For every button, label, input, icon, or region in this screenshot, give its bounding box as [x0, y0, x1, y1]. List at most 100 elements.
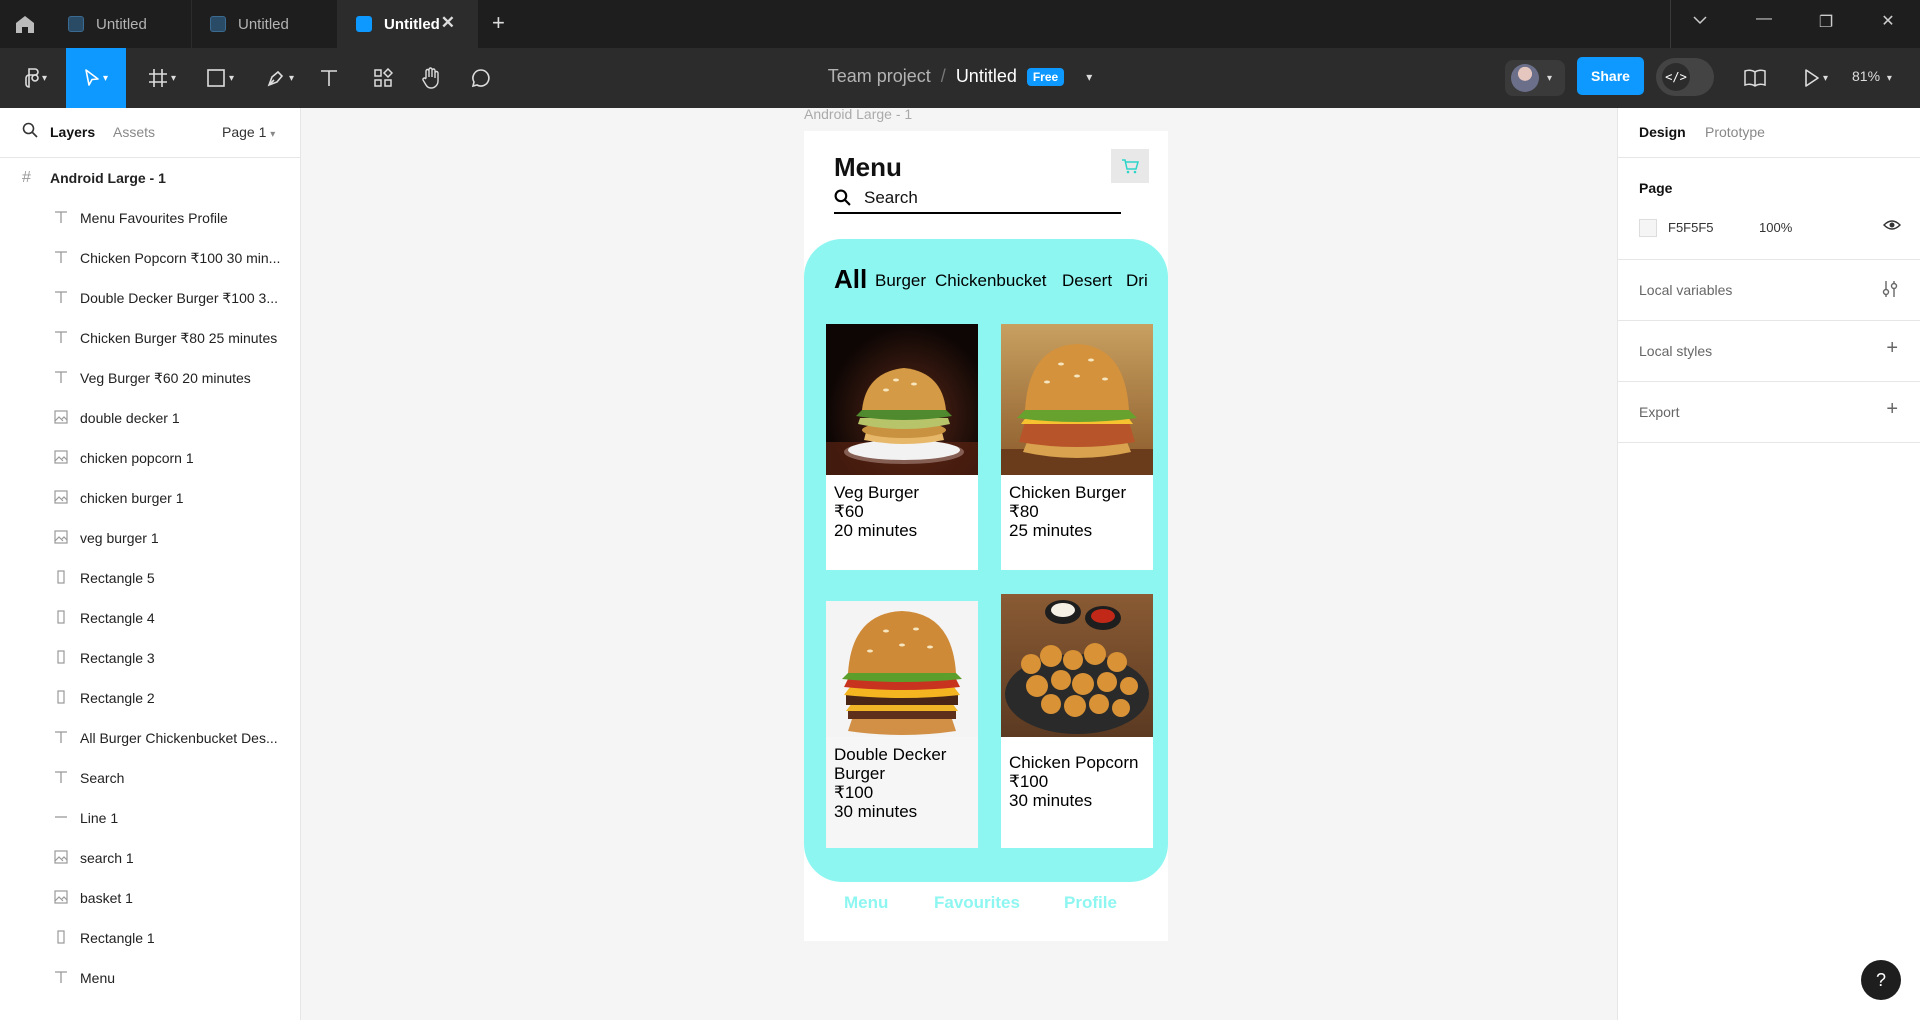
page-color-swatch[interactable]	[1639, 219, 1657, 237]
layer-frame-row[interactable]: # Android Large - 1	[0, 158, 300, 198]
layer-row[interactable]: chicken popcorn 1	[0, 438, 300, 478]
page-opacity[interactable]: 100%	[1759, 220, 1792, 235]
help-icon[interactable]: ?	[1861, 960, 1901, 1000]
chevron-down-icon[interactable]	[1688, 12, 1712, 30]
team-name[interactable]: Team project	[828, 66, 931, 87]
chicken-popcorn-image	[1001, 594, 1153, 737]
layer-row[interactable]: double decker 1	[0, 398, 300, 438]
add-style-icon[interactable]: +	[1886, 337, 1898, 360]
tab-layers[interactable]: Layers	[50, 124, 95, 140]
layer-row[interactable]: Rectangle 1	[0, 918, 300, 958]
card-text: Chicken Burger ₹80 25 minutes	[1001, 475, 1153, 548]
figma-file-icon	[210, 16, 226, 32]
category-chickenbucket[interactable]: Chickenbucket	[935, 271, 1047, 291]
file-menu-chevron-icon[interactable]: ▾	[1086, 70, 1092, 84]
tab-prototype[interactable]: Prototype	[1705, 124, 1765, 140]
layer-label: Rectangle 5	[80, 570, 155, 586]
text-icon	[54, 210, 68, 227]
page-selector-label: Page 1	[222, 124, 267, 140]
item-name: Chicken Burger	[1009, 483, 1127, 502]
export-section[interactable]: Export +	[1618, 382, 1920, 443]
home-icon[interactable]	[14, 14, 36, 34]
layer-label: Chicken Popcorn ₹100 30 min...	[80, 249, 281, 266]
layer-label: Double Decker Burger ₹100 3...	[80, 289, 279, 306]
right-panel-tabs: Design Prototype	[1618, 108, 1920, 158]
layer-row[interactable]: Menu	[0, 958, 300, 998]
layer-row[interactable]: Rectangle 3	[0, 638, 300, 678]
layer-label: Rectangle 1	[80, 930, 155, 946]
layer-label: Rectangle 4	[80, 610, 155, 626]
layer-frame-name: Android Large - 1	[50, 170, 166, 186]
basket-icon	[1122, 159, 1139, 174]
layer-row[interactable]: Search	[0, 758, 300, 798]
layer-row[interactable]: veg burger 1	[0, 518, 300, 558]
eye-icon[interactable]	[1883, 218, 1901, 237]
image-icon	[54, 409, 68, 427]
menu-card[interactable]: Chicken Popcorn ₹100 30 minutes	[1001, 594, 1153, 848]
nav-profile[interactable]: Profile	[1064, 893, 1117, 913]
local-styles-section[interactable]: Local styles +	[1618, 321, 1920, 382]
layer-row[interactable]: Line 1	[0, 798, 300, 838]
page-color-hex[interactable]: F5F5F5	[1668, 220, 1714, 235]
layer-label: Search	[80, 770, 125, 786]
layer-row[interactable]: basket 1	[0, 878, 300, 918]
tab-design[interactable]: Design	[1639, 124, 1686, 140]
add-export-icon[interactable]: +	[1886, 398, 1898, 421]
category-burger[interactable]: Burger	[875, 271, 926, 291]
category-all[interactable]: All	[834, 264, 867, 295]
search-field[interactable]: Search	[864, 188, 918, 208]
local-styles-label: Local styles	[1639, 343, 1713, 359]
layer-row[interactable]: Chicken Popcorn ₹100 30 min...	[0, 238, 300, 278]
card-text: Veg Burger ₹60 20 minutes	[826, 475, 978, 548]
layer-label: All Burger Chickenbucket Des...	[80, 730, 278, 746]
file-tab-3-active[interactable]: Untitled ✕	[338, 0, 478, 48]
file-name[interactable]: Untitled	[956, 66, 1017, 87]
tab-assets[interactable]: Assets	[113, 124, 155, 140]
menu-card[interactable]: Veg Burger ₹60 20 minutes	[826, 324, 978, 570]
layer-label: double decker 1	[80, 410, 180, 426]
breadcrumb-separator: /	[940, 66, 946, 86]
variables-icon[interactable]	[1882, 280, 1898, 303]
nav-menu[interactable]: Menu	[844, 893, 888, 913]
restore-icon[interactable]: ❐	[1814, 12, 1838, 32]
android-frame[interactable]: Menu Search All Burger Chickenbucket Des…	[804, 131, 1168, 941]
menu-card[interactable]: Double Decker Burger ₹100 30 minutes	[826, 601, 978, 848]
new-tab-icon[interactable]: +	[492, 10, 505, 36]
layer-label: veg burger 1	[80, 530, 159, 546]
search-icon[interactable]	[22, 122, 38, 141]
layer-row[interactable]: Double Decker Burger ₹100 3...	[0, 278, 300, 318]
tabbar-divider	[1670, 0, 1671, 48]
local-variables-section[interactable]: Local variables	[1618, 260, 1920, 321]
layer-row[interactable]: chicken burger 1	[0, 478, 300, 518]
file-tab-2[interactable]: Untitled	[192, 0, 338, 48]
nav-favourites[interactable]: Favourites	[934, 893, 1020, 913]
layer-row[interactable]: Veg Burger ₹60 20 minutes	[0, 358, 300, 398]
layer-row[interactable]: Rectangle 4	[0, 598, 300, 638]
image-icon	[54, 529, 68, 547]
layer-row[interactable]: All Burger Chickenbucket Des...	[0, 718, 300, 758]
rectangle-icon	[54, 569, 68, 587]
window-close-icon[interactable]: ✕	[1876, 11, 1900, 31]
rectangle-icon	[54, 929, 68, 947]
cart-button[interactable]	[1111, 149, 1149, 183]
layer-row[interactable]: Menu Favourites Profile	[0, 198, 300, 238]
layer-label: chicken burger 1	[80, 490, 184, 506]
close-tab-icon[interactable]: ✕	[441, 13, 455, 33]
item-time: 30 minutes	[1009, 791, 1093, 810]
breadcrumb: Team project / Untitled Free ▾	[0, 66, 1920, 87]
minimize-icon[interactable]: —	[1752, 10, 1776, 28]
file-tab-1[interactable]: Untitled	[50, 0, 192, 48]
page-selector[interactable]: Page 1 ▾	[222, 124, 275, 140]
frame-label[interactable]: Android Large - 1	[804, 106, 912, 122]
layer-row[interactable]: search 1	[0, 838, 300, 878]
layer-row[interactable]: Rectangle 2	[0, 678, 300, 718]
category-desert[interactable]: Desert	[1062, 271, 1112, 291]
category-drinks[interactable]: Dri	[1126, 271, 1148, 291]
layer-row[interactable]: Chicken Burger ₹80 25 minutes	[0, 318, 300, 358]
menu-card[interactable]: Chicken Burger ₹80 25 minutes	[1001, 324, 1153, 570]
layer-label: Rectangle 3	[80, 650, 155, 666]
card-text: Chicken Popcorn ₹100 30 minutes	[1001, 737, 1153, 818]
layer-row[interactable]: Rectangle 5	[0, 558, 300, 598]
layers-panel: Layers Assets Page 1 ▾ # Android Large -…	[0, 108, 301, 1020]
design-panel: Design Prototype Page F5F5F5 100% Local …	[1617, 108, 1920, 1020]
